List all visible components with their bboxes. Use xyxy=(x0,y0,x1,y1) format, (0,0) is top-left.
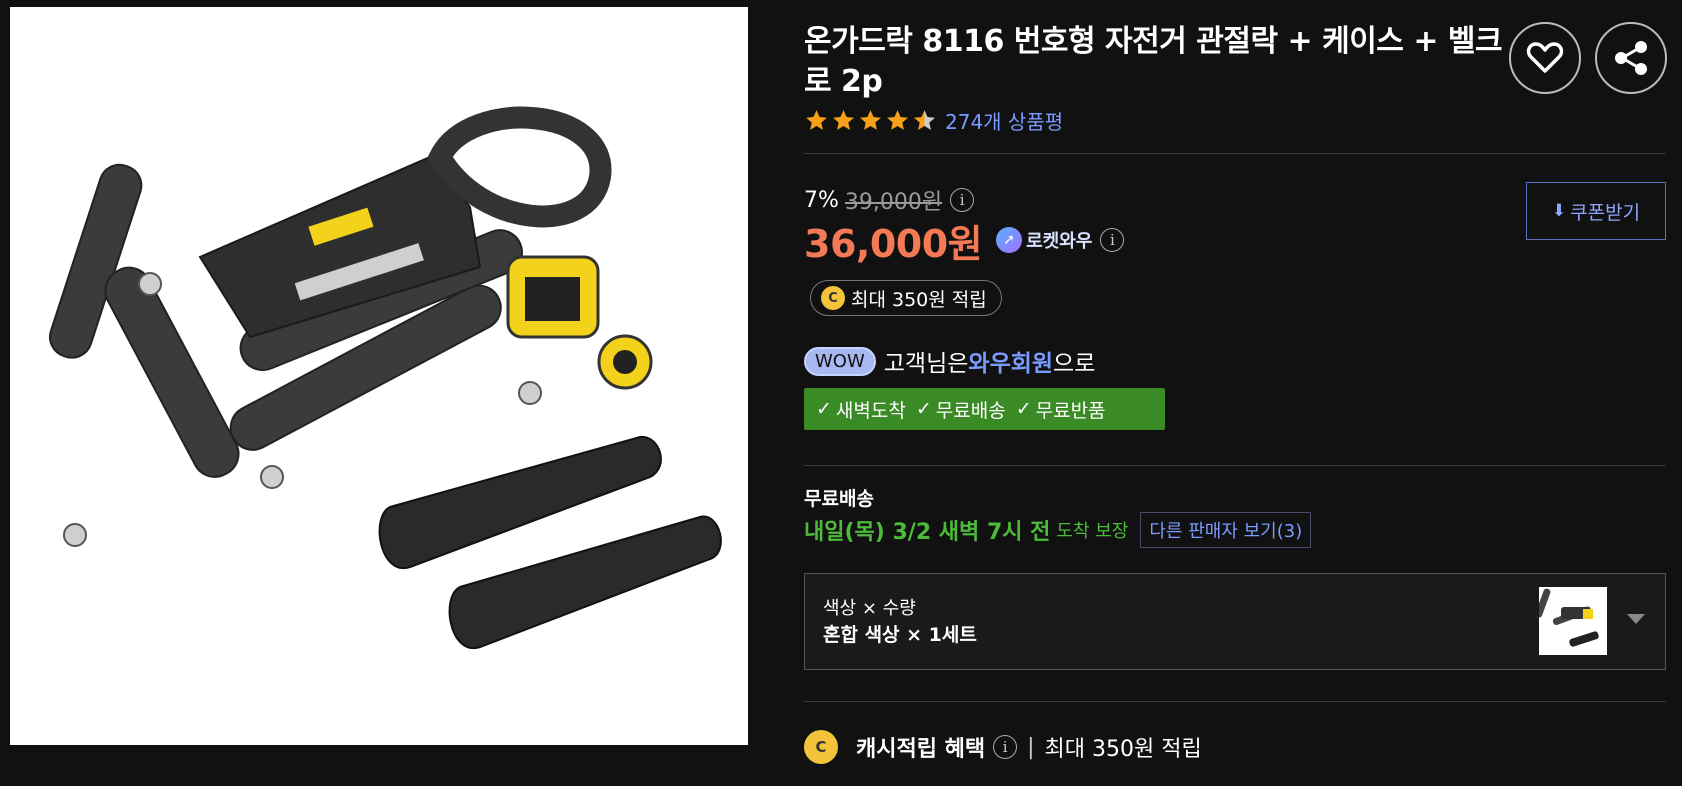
product-info-panel: 온가드락 8116 번호형 자전거 관절락 + 케이스 + 벨크로 2p 274… xyxy=(804,0,1670,786)
benefit-item: ✓ 무료반품 xyxy=(1016,396,1106,423)
wishlist-button[interactable] xyxy=(1509,22,1581,94)
check-icon: ✓ xyxy=(816,398,832,420)
cash-benefit-title: 캐시적립 혜택 xyxy=(856,737,986,762)
info-icon[interactable]: i xyxy=(950,188,975,212)
review-count-link[interactable]: 274개 상품평 xyxy=(945,106,1063,135)
coupon-label: 쿠폰받기 xyxy=(1570,201,1641,224)
info-icon[interactable]: i xyxy=(993,735,1018,759)
divider xyxy=(804,465,1666,466)
wow-text-before: 고객님은 xyxy=(883,351,969,377)
check-icon: ✓ xyxy=(1015,398,1032,420)
divider xyxy=(804,701,1666,702)
wow-text-after: 으로 xyxy=(1053,351,1096,377)
divider xyxy=(804,153,1666,154)
share-icon xyxy=(1615,41,1647,75)
star-icon xyxy=(806,109,827,130)
delivery-guarantee: 도착 보장 xyxy=(1056,521,1129,542)
sale-price: 36,000원 xyxy=(804,221,983,266)
check-icon: ✓ xyxy=(915,398,932,420)
wow-badge: WOW xyxy=(804,346,876,376)
product-title: 온가드락 8116 번호형 자전거 관절락 + 케이스 + 벨크로 2p xyxy=(804,24,1503,99)
price-row: 36,000원 ➚ 로켓와우 i xyxy=(804,218,1125,266)
coin-icon: C xyxy=(821,286,845,310)
cash-benefit-max: 최대 350원 적립 xyxy=(1044,737,1202,762)
shipping-row: 내일(목) 3/2 새벽 7시 전 도착 보장 다른 판매자 보기(3) xyxy=(804,512,1312,548)
rating-row: 274개 상품평 xyxy=(804,106,1063,134)
wow-member-row: WOW 고객님은 와우회원 으로 xyxy=(804,344,1095,378)
cashback-pill: C 최대 350원 적립 xyxy=(810,280,1002,316)
benefit-label: 무료반품 xyxy=(1035,399,1106,422)
heart-icon xyxy=(1526,42,1564,73)
rocket-wow-badge: ➚ 로켓와우 xyxy=(996,227,1092,253)
share-button[interactable] xyxy=(1595,22,1667,94)
cashback-text: 최대 350원 적립 xyxy=(851,288,987,311)
wow-member-label: 와우회원 xyxy=(968,351,1054,377)
other-sellers-button[interactable]: 다른 판매자 보기(3) xyxy=(1140,512,1312,548)
star-icon xyxy=(833,109,854,130)
option-label: 색상 × 수량 xyxy=(823,598,916,619)
separator: | xyxy=(1027,734,1035,760)
original-price: 39,000원 xyxy=(844,190,943,215)
coupon-download-button[interactable]: ⬇ 쿠폰받기 xyxy=(1526,182,1666,240)
folding-lock-illustration xyxy=(49,106,722,650)
star-rating xyxy=(804,108,937,133)
benefit-label: 무료배송 xyxy=(935,399,1006,422)
delivery-date: 내일(목) 3/2 새벽 7시 전 xyxy=(804,520,1051,545)
half-star-icon xyxy=(914,109,935,130)
benefit-bar: ✓ 새벽도착 ✓ 무료배송 ✓ 무료반품 xyxy=(804,388,1165,430)
rocket-icon: ➚ xyxy=(996,227,1023,253)
benefit-item: ✓ 무료배송 xyxy=(916,396,1006,423)
option-selector[interactable]: 색상 × 수량 혼합 색상 × 1세트 xyxy=(804,573,1666,670)
cash-benefit-row: C 캐시적립 혜택 i | 최대 350원 적립 xyxy=(804,730,1202,764)
product-image[interactable] xyxy=(10,7,748,745)
benefit-item: ✓ 새벽도착 xyxy=(816,396,906,423)
option-thumbnail xyxy=(1539,587,1607,655)
info-icon[interactable]: i xyxy=(1100,228,1125,252)
coin-icon: C xyxy=(804,730,838,764)
benefit-label: 새벽도착 xyxy=(835,399,906,422)
star-icon xyxy=(887,109,908,130)
download-icon: ⬇ xyxy=(1551,201,1567,221)
star-icon xyxy=(860,109,881,130)
lock-thumbnail-image xyxy=(1539,588,1599,647)
chevron-down-icon xyxy=(1627,614,1645,624)
rocket-label: 로켓와우 xyxy=(1026,231,1093,252)
shipping-title: 무료배송 xyxy=(804,488,874,510)
discount-rate: 7% xyxy=(804,187,839,213)
option-value: 혼합 색상 × 1세트 xyxy=(823,624,977,646)
discount-row: 7% 39,000원 i xyxy=(804,184,975,216)
